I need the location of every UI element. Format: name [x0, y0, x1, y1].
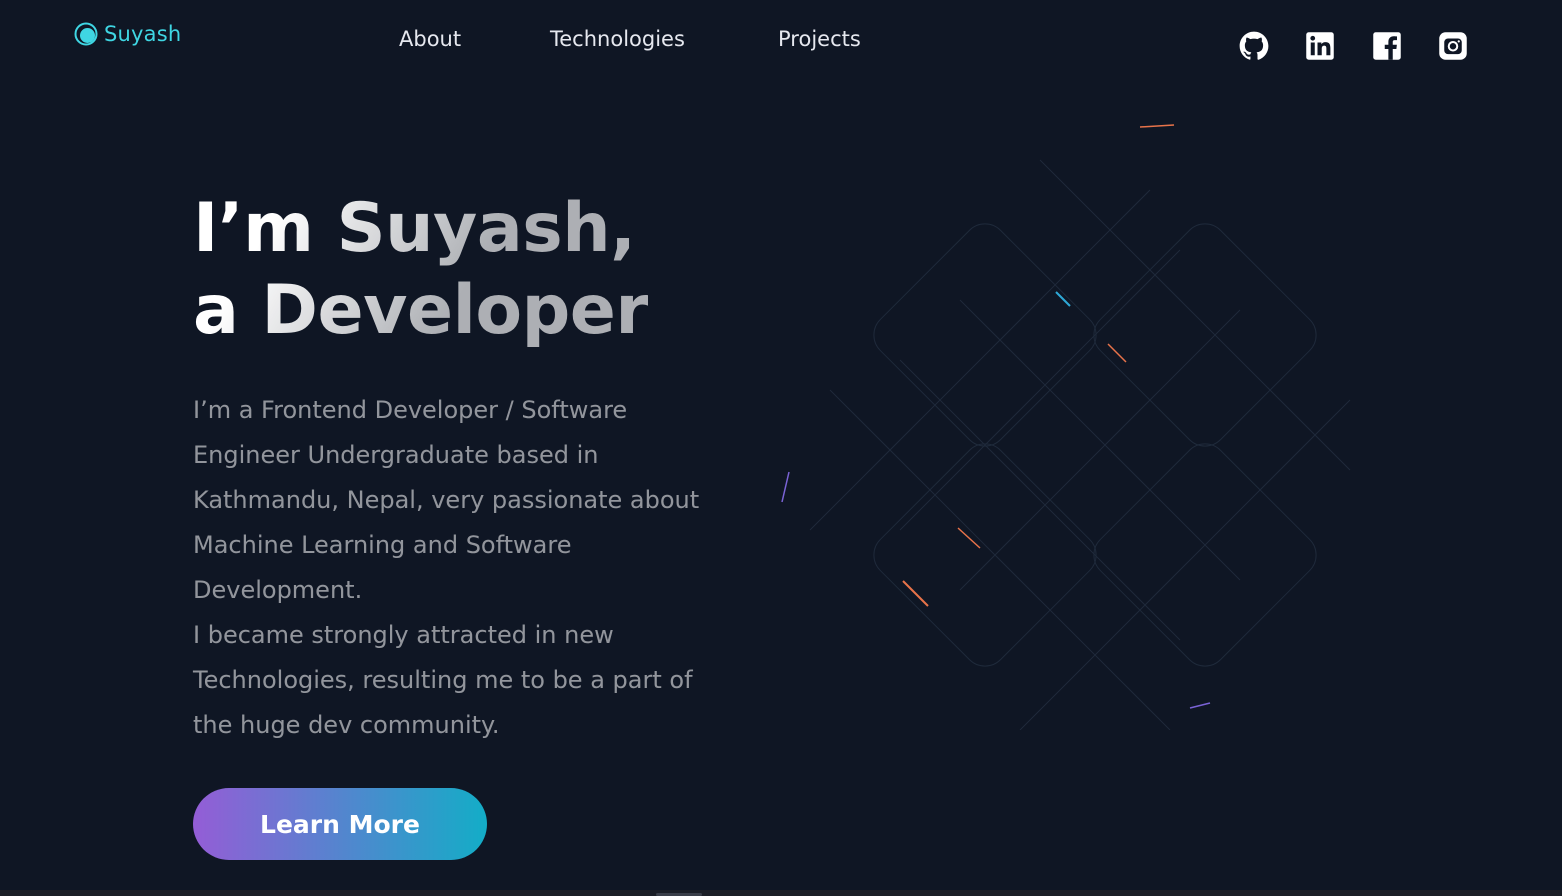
streak — [957, 527, 981, 549]
hero-description: I’m a Frontend Developer / Software Engi… — [193, 388, 753, 748]
horizontal-scrollbar[interactable] — [0, 890, 1562, 896]
streak — [781, 471, 790, 503]
hero-desc-line: I’m a Frontend Developer / Software — [193, 396, 628, 424]
learn-more-button[interactable]: Learn More — [193, 788, 487, 860]
page: Suyash About Technologies Projects I’m S… — [0, 0, 1562, 896]
hero-desc-line: Machine Learning and Software — [193, 531, 572, 559]
streak — [1189, 702, 1211, 709]
hero-desc-line: Development. — [193, 576, 363, 604]
hero-desc-line: I became strongly attracted in new — [193, 621, 614, 649]
streak — [1139, 124, 1175, 128]
github-link[interactable] — [1239, 31, 1269, 61]
hero-title: I’m Suyash, a Developer — [193, 188, 648, 352]
streak — [1055, 291, 1071, 307]
linkedin-link[interactable] — [1305, 31, 1335, 61]
hero-desc-line: Engineer Undergraduate based in — [193, 441, 599, 469]
hero-desc-line: Kathmandu, Nepal, very passionate about — [193, 486, 700, 514]
background-grid-art — [781, 124, 1351, 730]
nav-link-projects[interactable]: Projects — [778, 24, 861, 54]
hero-desc-line: Technologies, resulting me to be a part … — [193, 666, 693, 694]
nav-link-about[interactable]: About — [399, 24, 461, 54]
hero-desc-line: the huge dev community. — [193, 711, 500, 739]
hero-title-line2: a Developer — [193, 271, 649, 350]
linkedin-icon — [1306, 32, 1334, 60]
github-icon — [1239, 31, 1269, 60]
instagram-link[interactable] — [1438, 31, 1468, 61]
nav-link-technologies[interactable]: Technologies — [550, 24, 685, 54]
streak — [1107, 343, 1127, 363]
facebook-link[interactable] — [1372, 31, 1402, 61]
instagram-icon — [1439, 32, 1467, 60]
hero-title-line1: I’m Suyash, — [193, 189, 636, 268]
facebook-icon — [1373, 32, 1401, 60]
streak — [902, 580, 929, 607]
